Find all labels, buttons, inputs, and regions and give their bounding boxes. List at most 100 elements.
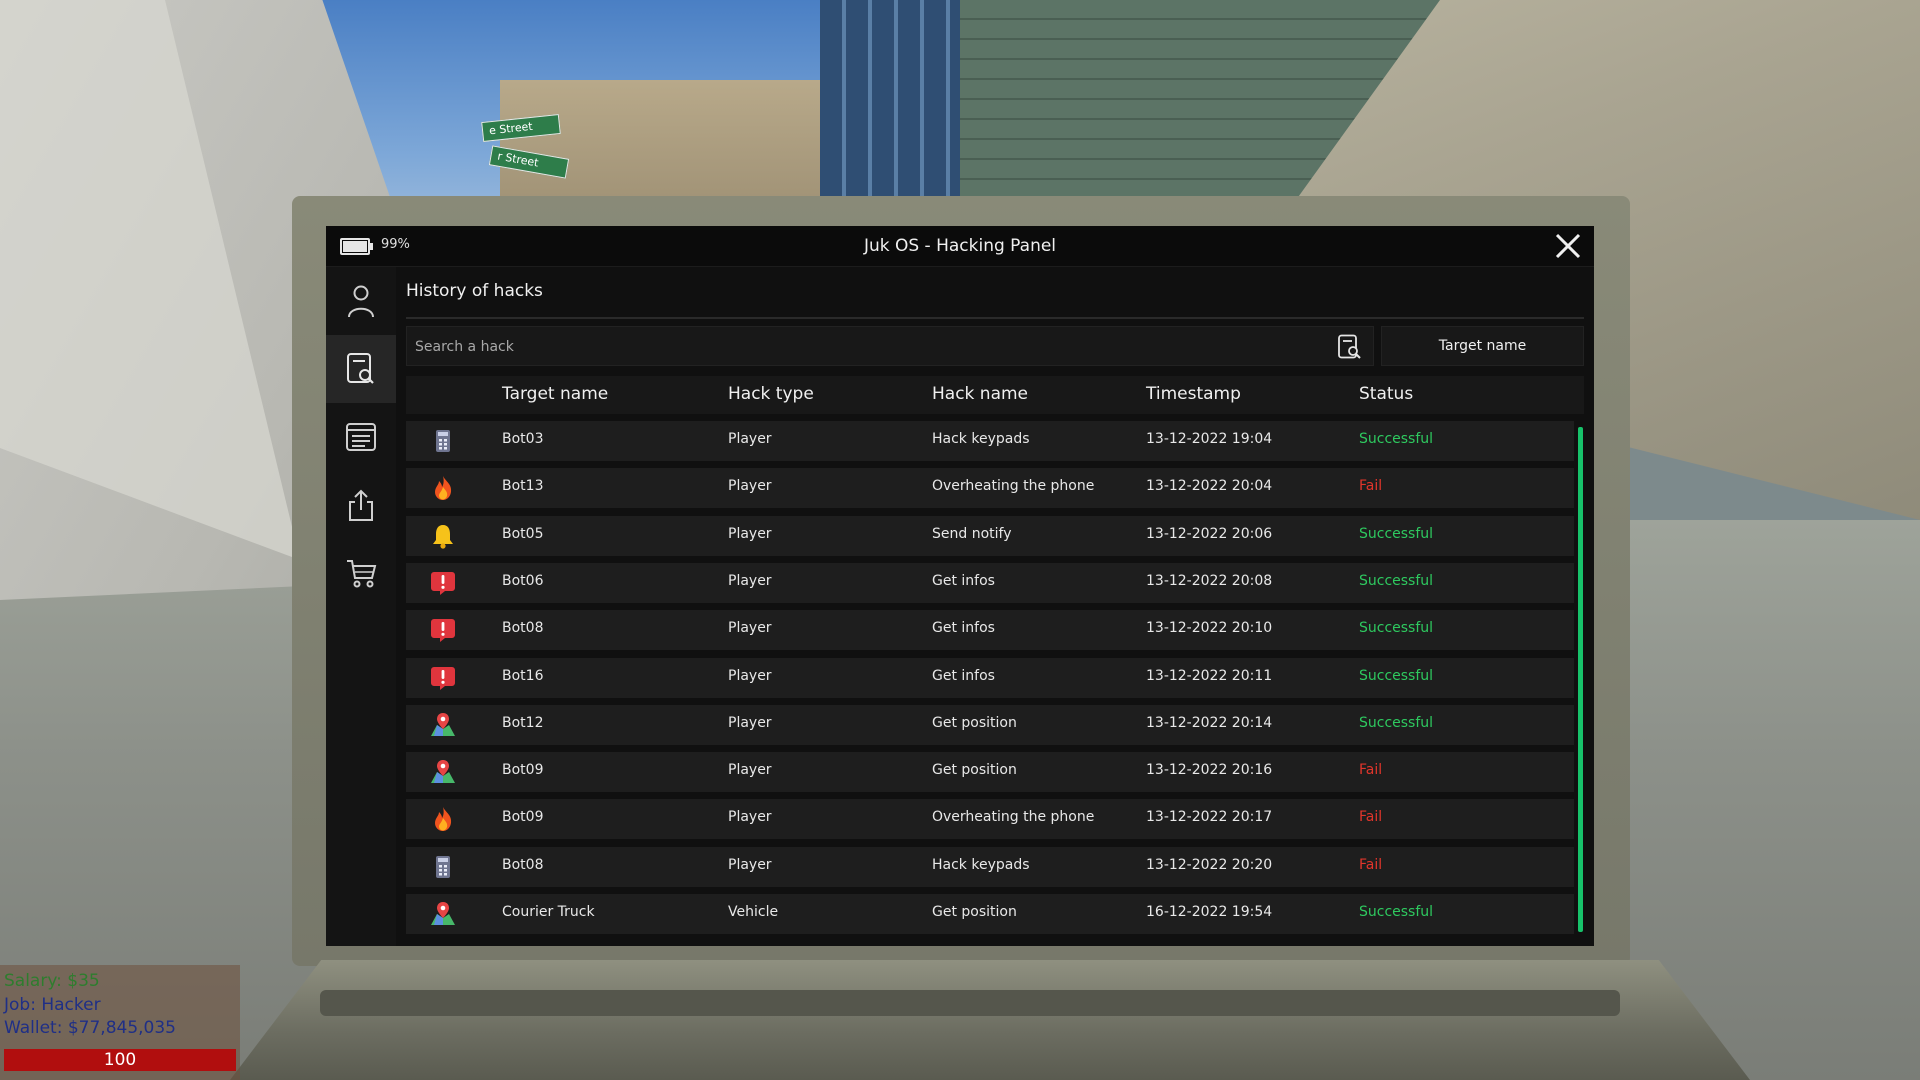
cell-status: Fail [1359,856,1383,873]
cell-hack-type: Player [728,525,772,542]
alert-icon [430,665,456,691]
cell-timestamp: 13-12-2022 20:08 [1146,572,1273,589]
cell-hack-name: Get position [932,762,1017,779]
cell-hack-type: Player [728,620,772,637]
cell-hack-type: Player [728,856,772,873]
hud-job: Job: Hacker [4,995,101,1015]
cell-hack-type: Vehicle [728,904,779,920]
filter-target-name-button[interactable]: Target name [1381,326,1584,366]
cell-target-name: Bot09 [502,809,544,826]
search-input[interactable] [407,327,1317,367]
search-document-icon [347,353,374,384]
laptop-hinge [320,990,1620,1016]
cell-status: Fail [1359,762,1383,779]
sidebar [326,267,396,946]
cell-status: Fail [1359,478,1383,495]
table-row[interactable]: Courier Truck Vehicle Get position 16-12-20… [406,894,1574,934]
cell-target-name: Bot13 [502,478,544,495]
cell-hack-type: Player [728,762,772,779]
cell-timestamp: 13-12-2022 20:14 [1146,714,1273,731]
table-row[interactable]: Bot16 Player Get infos 13-12-2022 20:11 Succ… [406,657,1574,698]
scrollbar[interactable] [1578,427,1583,932]
laptop-base [230,960,1750,1080]
sidebar-item-upload[interactable] [326,471,396,539]
keypad-icon [430,854,456,880]
table-header: Target name Hack type Hack name Timestam… [406,376,1584,414]
cell-hack-type: Player [728,572,772,589]
cell-target-name: Bot06 [502,572,544,589]
title-divider [406,317,1584,319]
sidebar-item-list[interactable] [326,403,396,471]
table-row[interactable]: Bot12 Player Get position 13-12-2022 20:14 S… [406,704,1574,745]
column-hack-type[interactable]: Hack type [728,384,814,404]
cell-timestamp: 13-12-2022 20:10 [1146,620,1273,637]
column-hack-name[interactable]: Hack name [932,384,1028,404]
user-icon [348,285,374,318]
health-bar: 100 [4,1049,236,1071]
cart-icon [347,560,377,588]
cell-timestamp: 13-12-2022 20:06 [1146,525,1273,542]
cell-target-name: Bot08 [502,856,544,873]
search-bar [406,326,1374,367]
cell-hack-type: Player [728,478,772,495]
cell-target-name: Bot12 [502,714,544,731]
hacking-panel-window: 99% Juk OS - Hacking Panel History of ha… [326,226,1594,946]
cell-status: Successful [1359,667,1434,684]
cell-status: Successful [1359,714,1434,731]
cell-hack-name: Hack keypads [932,431,1030,447]
column-status[interactable]: Status [1359,384,1413,404]
table-row[interactable]: Bot05 Player Send notify 13-12-2022 20:06 Su… [406,515,1574,556]
cell-timestamp: 13-12-2022 20:20 [1146,856,1273,873]
cell-hack-name: Overheating the phone [932,478,1095,495]
cell-hack-name: Get infos [932,667,995,684]
cell-status: Successful [1359,572,1434,589]
cell-status: Successful [1359,525,1434,542]
cell-status: Fail [1359,809,1383,826]
player-hud: Salary: $35 Job: Hacker Wallet: $77,845,… [0,965,240,1080]
cell-timestamp: 13-12-2022 20:17 [1146,809,1273,826]
table-row[interactable]: Bot09 Player Overheating the phone 13-12-20… [406,799,1574,840]
keypad-icon [430,428,456,454]
close-button[interactable] [1554,232,1582,260]
map-pin-icon [430,712,456,738]
fire-icon [430,475,456,501]
cell-hack-name: Get infos [932,620,995,637]
hud-salary: Salary: $35 [4,971,100,991]
cell-target-name: Bot05 [502,525,544,542]
cell-hack-type: Player [728,809,772,826]
hack-history-list: Bot03 Player Hack keypads 13-12-2022 19:04 S… [406,421,1574,941]
cell-status: Successful [1359,904,1434,920]
upload-icon [349,489,373,521]
search-icon[interactable] [1337,334,1363,360]
cell-hack-type: Player [728,667,772,684]
map-pin-icon [430,901,456,927]
table-row[interactable]: Bot06 Player Get infos 13-12-2022 20:08 Succ… [406,562,1574,603]
column-target-name[interactable]: Target name [502,384,608,404]
list-icon [346,423,376,451]
cell-hack-name: Hack keypads [932,856,1030,873]
cell-hack-name: Get infos [932,572,995,589]
close-icon [1555,233,1581,259]
table-row[interactable]: Bot08 Player Get infos 13-12-2022 20:10 Succ… [406,610,1574,651]
alert-icon [430,617,456,643]
cell-target-name: Bot03 [502,431,544,447]
cell-hack-name: Overheating the phone [932,809,1095,826]
cell-status: Successful [1359,620,1434,637]
sidebar-item-history[interactable] [326,335,396,403]
column-timestamp[interactable]: Timestamp [1146,384,1241,404]
title-bar: 99% Juk OS - Hacking Panel [326,226,1594,267]
cell-timestamp: 13-12-2022 20:16 [1146,762,1273,779]
sidebar-item-shop[interactable] [326,539,396,607]
hud-wallet: Wallet: $77,845,035 [4,1018,176,1038]
table-row[interactable]: Bot13 Player Overheating the phone 13-12-20… [406,468,1574,509]
page-title: History of hacks [406,281,543,301]
cell-status: Successful [1359,431,1434,447]
table-row[interactable]: Bot03 Player Hack keypads 13-12-2022 19:04 S… [406,421,1574,461]
sidebar-item-profile[interactable] [326,267,396,335]
table-row[interactable]: Bot08 Player Hack keypads 13-12-2022 20:20 F… [406,846,1574,887]
cell-hack-name: Get position [932,904,1017,920]
cell-hack-type: Player [728,431,772,447]
cell-target-name: Courier Truck [502,904,595,920]
map-pin-icon [430,759,456,785]
table-row[interactable]: Bot09 Player Get position 13-12-2022 20:16 F… [406,752,1574,793]
